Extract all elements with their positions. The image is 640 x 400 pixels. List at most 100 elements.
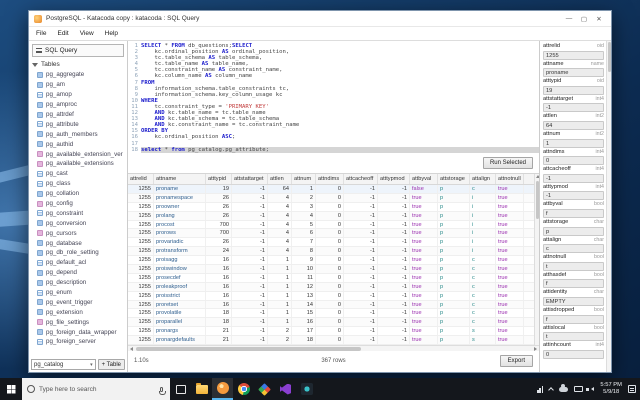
column-header-attstorage[interactable]: attstorage <box>438 174 470 184</box>
result-row[interactable]: 1255 provolatile 18 -1 1 15 0 -1 -1 true p c true <box>128 309 539 319</box>
sidebar-item-pg_default_acl[interactable]: pg_default_acl <box>29 258 127 268</box>
result-row[interactable]: 1255 prosecdef 16 -1 1 11 0 -1 -1 true p c true <box>128 273 539 283</box>
field-value-input[interactable]: 1255 <box>543 50 604 60</box>
column-header-attlen[interactable]: attlen <box>268 174 292 184</box>
sidebar-item-pg_auth_members[interactable]: pg_auth_members <box>29 129 127 139</box>
volume-icon[interactable] <box>586 387 595 391</box>
sql-editor[interactable]: 1 SELECT * FROM db_questions;SELECT 2 kc.o… <box>128 41 539 153</box>
menu-help[interactable]: Help <box>105 30 118 37</box>
result-row[interactable]: 1255 proiswindow 16 -1 1 10 0 -1 -1 true p c true <box>128 265 539 274</box>
sidebar-item-pg_aggregate[interactable]: pg_aggregate <box>29 70 127 80</box>
onedrive-cloud-icon[interactable] <box>559 384 569 392</box>
column-header-attbyval[interactable]: attbyval <box>410 174 438 184</box>
column-header-attnum[interactable]: attnum <box>292 174 316 184</box>
signal-icon[interactable] <box>537 385 544 393</box>
result-row[interactable]: 1255 proparallel 18 -1 1 16 0 -1 -1 true p c true <box>128 318 539 328</box>
title-bar[interactable]: PostgreSQL - Katacoda copy : katacoda : … <box>29 11 611 27</box>
sidebar-item-pg_depend[interactable]: pg_depend <box>29 268 127 278</box>
hidden-icons-caret-icon[interactable] <box>548 387 555 393</box>
sidebar-item-pg_constraint[interactable]: pg_constraint <box>29 208 127 218</box>
sidebar-item-pg_collation[interactable]: pg_collation <box>29 189 127 199</box>
field-value-input[interactable]: 64 <box>543 120 604 130</box>
sidebar-item-pg_cursors[interactable]: pg_cursors <box>29 228 127 238</box>
sidebar-item-pg_foreign_server[interactable]: pg_foreign_server <box>29 337 127 347</box>
column-header-atttypid[interactable]: atttypid <box>206 174 232 184</box>
sidebar-item-pg_foreign_data_wrapper[interactable]: pg_foreign_data_wrapper <box>29 327 127 337</box>
field-value-input[interactable]: 19 <box>543 85 604 95</box>
sidebar-item-pg_am[interactable]: pg_am <box>29 80 127 90</box>
postbird-app-button[interactable] <box>212 378 233 400</box>
field-value-input[interactable]: p <box>543 226 604 236</box>
chrome-button[interactable] <box>233 378 254 400</box>
result-row[interactable]: 1255 protransform 24 -1 4 8 0 -1 -1 true p i true <box>128 247 539 257</box>
field-value-input[interactable]: -1 <box>543 103 604 113</box>
field-value-input[interactable]: 1 <box>543 138 604 148</box>
scrollbar-thumb[interactable] <box>607 42 611 72</box>
field-value-input[interactable]: 0 <box>543 156 604 166</box>
sidebar-item-pg_attribute[interactable]: pg_attribute <box>29 119 127 129</box>
sidebar-item-pg_file_settings[interactable]: pg_file_settings <box>29 317 127 327</box>
action-center-icon[interactable] <box>628 385 636 393</box>
field-value-input[interactable]: EMPTY <box>543 296 604 306</box>
sidebar-item-sql-query[interactable]: SQL Query <box>32 44 124 57</box>
result-row[interactable]: 1255 prorows 700 -1 4 6 0 -1 -1 true p i true <box>128 229 539 239</box>
field-value-input[interactable]: t <box>543 332 604 342</box>
inspector-scrollbar[interactable] <box>606 41 611 372</box>
sidebar-item-pg_cast[interactable]: pg_cast <box>29 169 127 179</box>
result-row[interactable]: 1255 provariadic 26 -1 4 7 0 -1 -1 true p i true <box>128 238 539 248</box>
column-header-attname[interactable]: attname <box>154 174 206 184</box>
result-row[interactable]: 1255 proisagg 16 -1 1 9 0 -1 -1 true p c true <box>128 256 539 266</box>
run-selected-button[interactable]: Run Selected <box>482 157 533 169</box>
field-value-input[interactable]: t <box>543 261 604 271</box>
add-table-button[interactable]: + Table <box>97 359 125 370</box>
schema-select[interactable]: pg_catalog ▾ <box>31 359 96 370</box>
field-value-input[interactable]: f <box>543 314 604 324</box>
sidebar-item-pg_config[interactable]: pg_config <box>29 199 127 209</box>
display-icon[interactable] <box>574 385 584 393</box>
result-row[interactable]: 1255 pronamespace 26 -1 4 2 0 -1 -1 true p i true <box>128 193 539 203</box>
media-app-button[interactable] <box>296 378 317 400</box>
result-row[interactable]: 1255 proisstrict 16 -1 1 13 0 -1 -1 true p c true <box>128 291 539 301</box>
tables-tree-header[interactable]: Tables <box>29 59 127 70</box>
editor-line[interactable]: 18 select * from pg_catalog.pg_attribute; <box>128 146 539 153</box>
taskbar-clock[interactable]: 5:57 PM 5/9/18 <box>600 382 622 396</box>
result-row[interactable]: 1255 proname 19 -1 64 1 0 -1 -1 false p c true <box>128 185 539 194</box>
result-row[interactable]: 1255 procost 700 -1 4 5 0 -1 -1 true p i true <box>128 220 539 230</box>
sidebar-item-pg_amproc[interactable]: pg_amproc <box>29 100 127 110</box>
sidebar-item-pg_conversion[interactable]: pg_conversion <box>29 218 127 228</box>
sidebar-item-pg_available_extensions[interactable]: pg_available_extensions <box>29 159 127 169</box>
visual-studio-button[interactable] <box>275 378 296 400</box>
field-value-input[interactable]: c <box>543 244 604 254</box>
sidebar-item-pg_enum[interactable]: pg_enum <box>29 288 127 298</box>
close-button[interactable]: ✕ <box>592 13 606 25</box>
minimize-button[interactable]: — <box>562 13 576 25</box>
field-value-input[interactable]: 0 <box>543 349 604 359</box>
menu-file[interactable]: File <box>36 30 46 37</box>
diagram-app-button[interactable] <box>254 378 275 400</box>
menu-edit[interactable]: Edit <box>57 30 68 37</box>
field-value-input[interactable]: -1 <box>543 191 604 201</box>
result-row[interactable]: 1255 pronargdefaults 21 -1 2 18 0 -1 -1 true p s tru… <box>128 336 539 345</box>
sidebar-item-pg_database[interactable]: pg_database <box>29 238 127 248</box>
column-header-attstattarget[interactable]: attstattarget <box>232 174 268 184</box>
column-header-attcacheoff[interactable]: attcacheoff <box>344 174 378 184</box>
sidebar-item-pg_event_trigger[interactable]: pg_event_trigger <box>29 297 127 307</box>
microphone-icon[interactable] <box>159 386 166 395</box>
sidebar-item-pg_attrdef[interactable]: pg_attrdef <box>29 110 127 120</box>
sidebar-item-pg_available_extension_ver[interactable]: pg_available_extension_ver <box>29 149 127 159</box>
sidebar-item-pg_db_role_setting[interactable]: pg_db_role_setting <box>29 248 127 258</box>
result-row[interactable]: 1255 pronargs 21 -1 2 17 0 -1 -1 true p s true <box>128 327 539 337</box>
task-view-button[interactable] <box>170 378 191 400</box>
result-row[interactable]: 1255 proleakproof 16 -1 1 12 0 -1 -1 true p c true <box>128 282 539 292</box>
result-row[interactable]: 1255 proretset 16 -1 1 14 0 -1 -1 true p c true <box>128 300 539 310</box>
scrollbar-thumb[interactable] <box>136 347 361 351</box>
sidebar-item-pg_extension[interactable]: pg_extension <box>29 307 127 317</box>
sidebar-item-pg_class[interactable]: pg_class <box>29 179 127 189</box>
column-header-atttypmod[interactable]: atttypmod <box>378 174 410 184</box>
result-row[interactable]: 1255 prolang 26 -1 4 4 0 -1 -1 true p i true <box>128 211 539 221</box>
sidebar-item-pg_description[interactable]: pg_description <box>29 278 127 288</box>
menu-view[interactable]: View <box>80 30 94 37</box>
file-explorer-button[interactable] <box>191 378 212 400</box>
maximize-button[interactable]: ▢ <box>577 13 591 25</box>
sidebar-item-pg_authid[interactable]: pg_authid <box>29 139 127 149</box>
